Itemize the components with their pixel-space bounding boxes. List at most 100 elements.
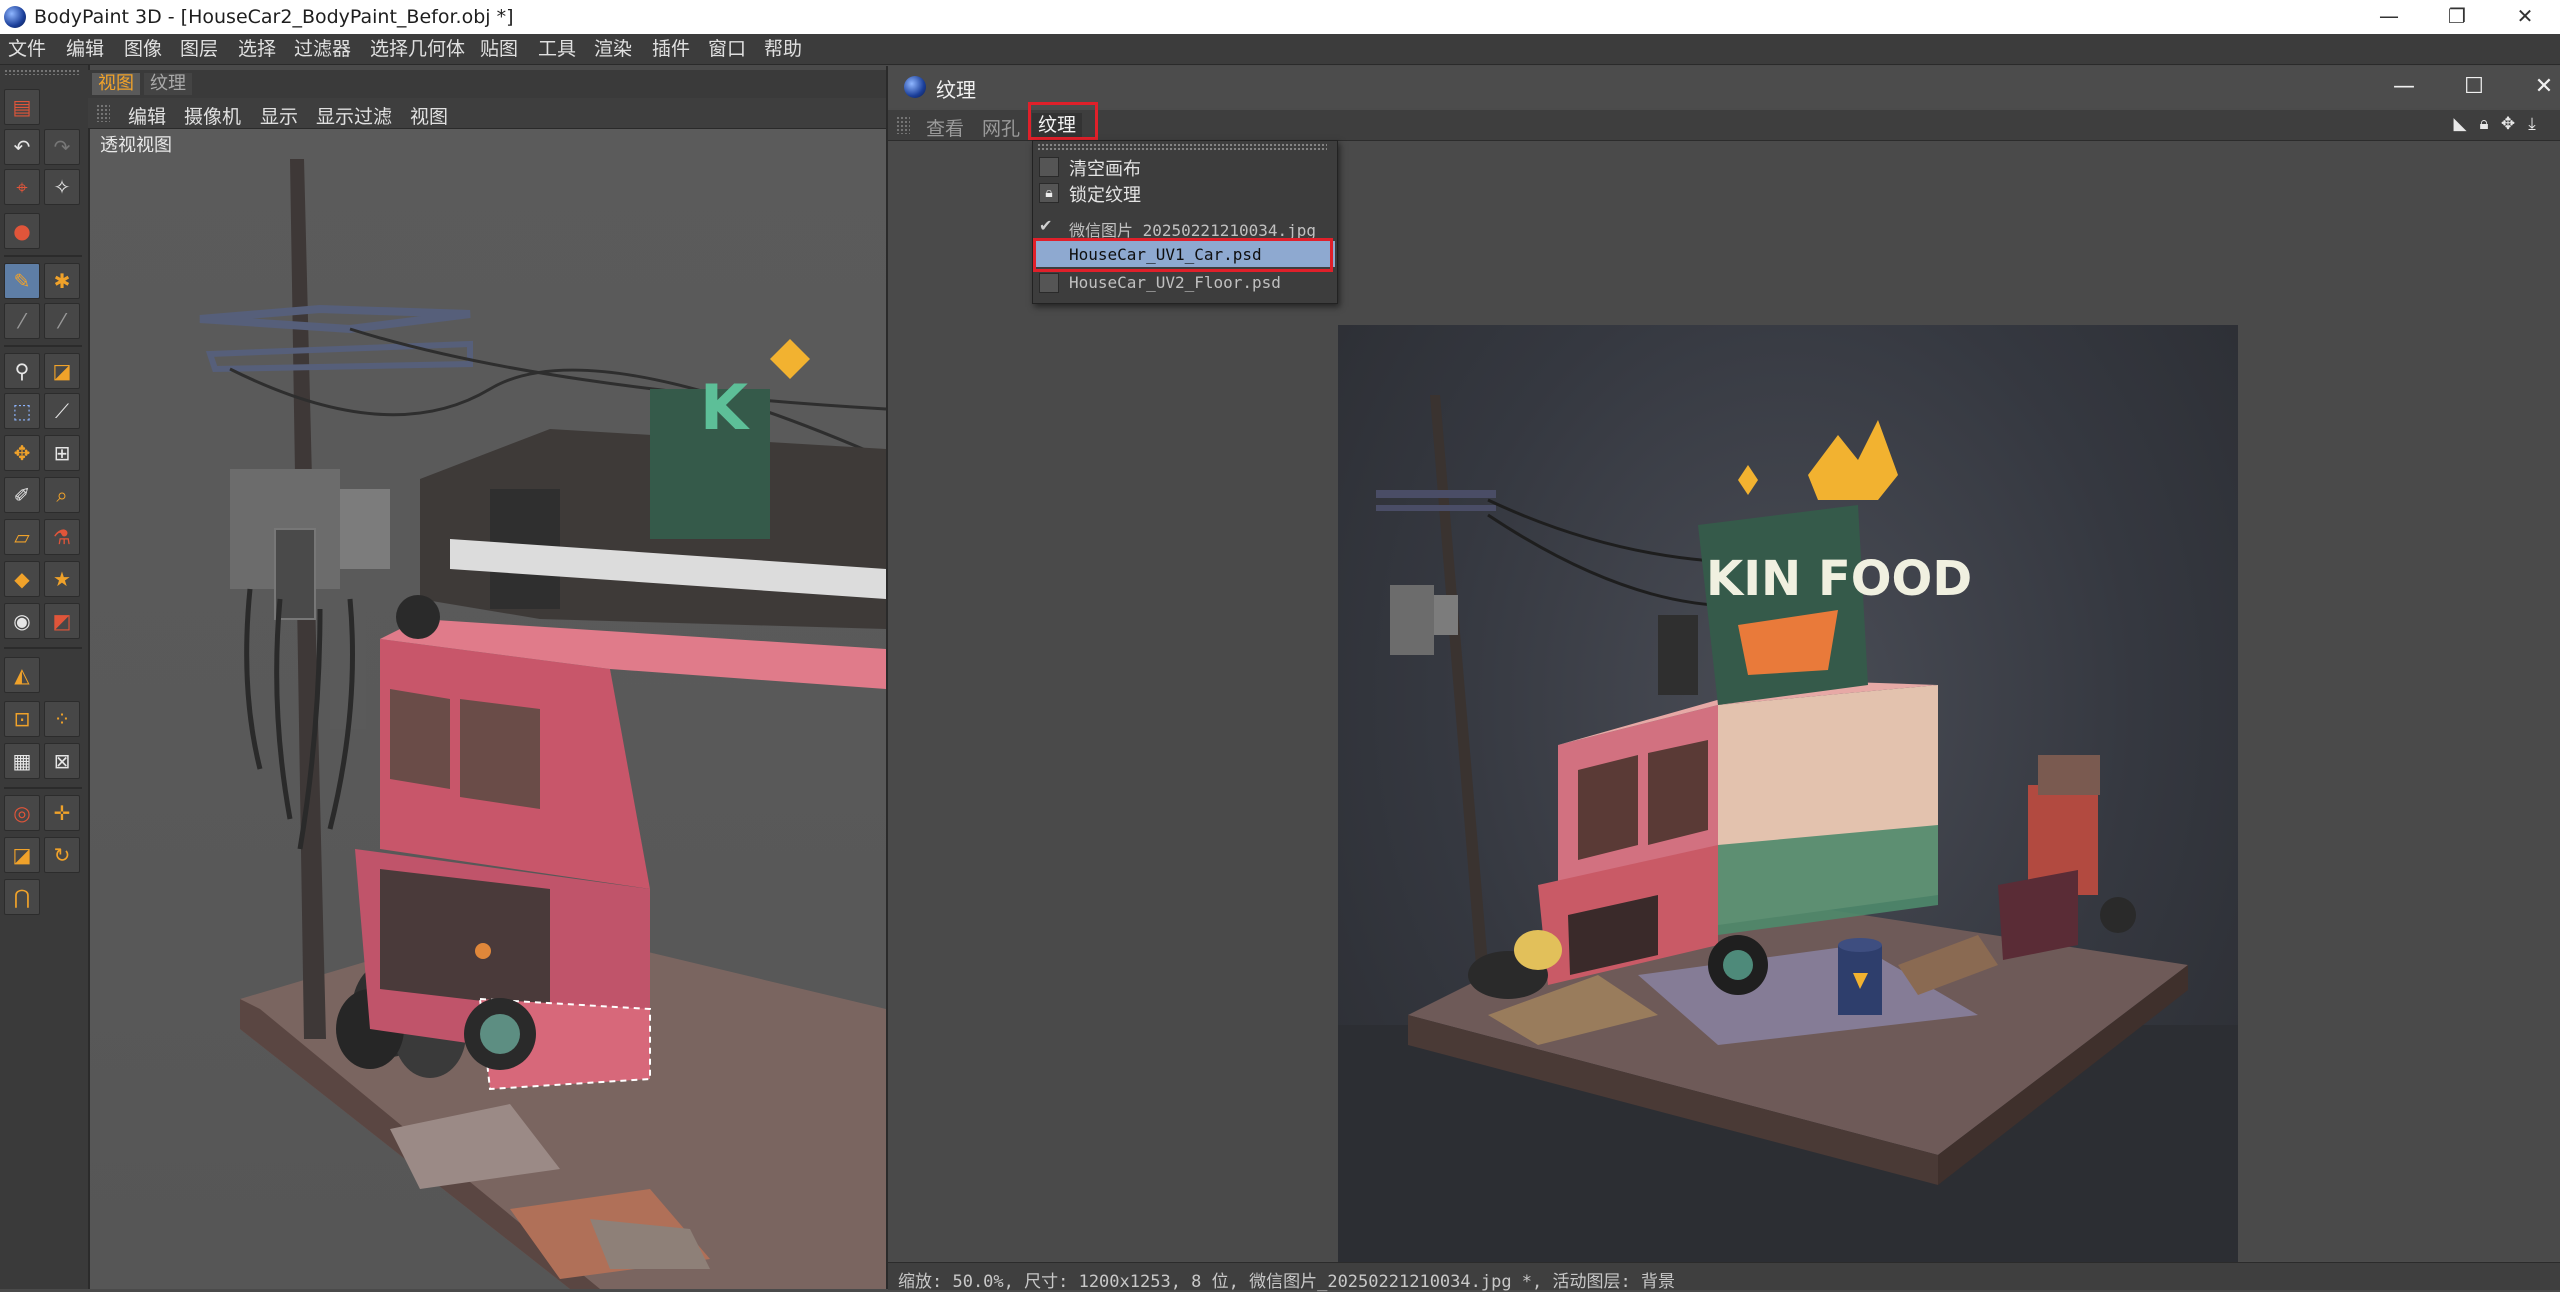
status-text: 缩放: 50.0%, 尺寸: 1200x1253, 8 位, 微信图片_2025… bbox=[898, 1272, 1675, 1292]
projection-2-icon[interactable]: ⁄ bbox=[44, 303, 80, 339]
color-icon[interactable]: ◉ bbox=[4, 603, 40, 639]
menu-window[interactable]: 窗口 bbox=[708, 36, 746, 62]
close-button[interactable]: ✕ bbox=[2492, 0, 2558, 34]
vp-menu-edit[interactable]: 编辑 bbox=[128, 102, 166, 129]
layout-icon[interactable]: ▤ bbox=[4, 89, 40, 125]
vp-menu-camera[interactable]: 摄像机 bbox=[184, 102, 241, 129]
menu-select[interactable]: 选择 bbox=[238, 36, 276, 62]
texture-menubar: 查看 网孔 纹理 ◣ 🔒︎ ✥ ⤓ bbox=[888, 110, 2560, 141]
lock-icon[interactable]: 🔒︎ bbox=[2474, 114, 2494, 134]
render-icon[interactable]: ● bbox=[4, 213, 40, 249]
rect-select-icon[interactable]: ⬚ bbox=[4, 393, 40, 429]
eyedropper-icon[interactable]: ⚗ bbox=[44, 519, 80, 555]
vp-menu-display[interactable]: 显示 bbox=[260, 102, 298, 129]
uv-relax-icon[interactable]: ⊠ bbox=[44, 743, 80, 779]
sign-text: KIN FOOD bbox=[1706, 551, 1972, 607]
paint-3d-icon[interactable]: ✎ bbox=[4, 263, 40, 299]
app-titlebar: BodyPaint 3D - [HouseCar2_BodyPaint_Befo… bbox=[0, 0, 2560, 34]
checkmark-icon: ✔ bbox=[1039, 216, 1053, 235]
texture-window-title: 纹理 bbox=[936, 78, 976, 102]
left-toolbar: ▤ ↶ ↷ ⌖ ✧ ● ✎ ✱ ⁄ ⁄ ⚲ ◪ ⬚ ⟋ ✥ ⊞ ✐ ⌕ ▱ ⚗ … bbox=[0, 65, 90, 1289]
menu-uv[interactable]: 贴图 bbox=[480, 36, 518, 62]
transform-icon[interactable]: ✥ bbox=[4, 435, 40, 471]
star-icon[interactable]: ★ bbox=[44, 561, 80, 597]
menu-layer[interactable]: 图层 bbox=[180, 36, 218, 62]
menu-filter[interactable]: 过滤器 bbox=[294, 36, 351, 62]
menu-item-texture-uv2-floor[interactable]: HouseCar_UV2_Floor.psd bbox=[1033, 269, 1335, 295]
restore-button[interactable]: ❐ bbox=[2424, 0, 2490, 34]
projection-icon[interactable]: ⁄ bbox=[4, 303, 40, 339]
lasso-icon[interactable]: ⟋ bbox=[44, 393, 80, 429]
perspective-viewport[interactable]: K 透视视图 bbox=[90, 129, 886, 1289]
histogram-icon[interactable]: ◣ bbox=[2450, 114, 2470, 134]
move-view-icon[interactable]: ✥ bbox=[2498, 114, 2518, 134]
render-icon[interactable]: ✧ bbox=[44, 169, 80, 205]
redo-icon[interactable]: ↷ bbox=[44, 129, 80, 165]
menu-item-label: 锁定纹理 bbox=[1069, 185, 1141, 206]
menu-tools[interactable]: 工具 bbox=[538, 36, 576, 62]
texture-illustration: KIN FOOD bbox=[1338, 395, 2238, 1267]
smudge-icon[interactable]: ⌕ bbox=[44, 477, 80, 513]
menu-help[interactable]: 帮助 bbox=[764, 36, 802, 62]
scale-icon[interactable]: ⊞ bbox=[44, 435, 80, 471]
viewport-scene: K bbox=[199, 159, 886, 1289]
texture-menu-grip[interactable] bbox=[896, 116, 910, 134]
tab-view[interactable]: 视图 bbox=[92, 73, 140, 95]
move-icon[interactable]: ✛ bbox=[44, 795, 80, 831]
magnet-icon[interactable]: ⋂ bbox=[4, 879, 40, 915]
brush-settings-icon[interactable]: ◪ bbox=[44, 353, 80, 389]
checkbox-icon bbox=[1039, 273, 1059, 293]
paint-setup-icon[interactable]: ✱ bbox=[44, 263, 80, 299]
menu-item-texture-wechat[interactable]: ✔ 微信图片_20250221210034.jpg bbox=[1033, 213, 1335, 241]
pick-icon[interactable]: ⌖ bbox=[4, 169, 40, 205]
menu-image[interactable]: 图像 bbox=[124, 36, 162, 62]
viewport-label: 透视视图 bbox=[100, 135, 172, 156]
toolbar-grip[interactable] bbox=[4, 69, 80, 75]
uv-polygon-icon[interactable]: ◭ bbox=[4, 657, 40, 693]
checker-icon[interactable]: ▦ bbox=[4, 743, 40, 779]
texwin-maximize-button[interactable]: ☐ bbox=[2444, 70, 2504, 104]
menu-item-lock-texture[interactable]: 🔒︎ 锁定纹理 bbox=[1033, 179, 1335, 206]
texture-window-titlebar[interactable]: 纹理 — ☐ ✕ bbox=[888, 66, 2560, 108]
live-select-icon[interactable]: ◎ bbox=[4, 795, 40, 831]
main-menubar: 文件 编辑 图像 图层 选择 过滤器 选择几何体 贴图 工具 渲染 插件 窗口 … bbox=[0, 34, 2560, 65]
minimize-button[interactable]: — bbox=[2356, 0, 2422, 34]
menu-item-clear-canvas[interactable]: 清空画布 bbox=[1033, 153, 1335, 180]
uv-edit-icon[interactable]: ⊡ bbox=[4, 701, 40, 737]
tex-menu-view[interactable]: 查看 bbox=[926, 114, 964, 141]
lock-icon: 🔒︎ bbox=[1039, 183, 1059, 203]
viewport-menu-grip[interactable] bbox=[96, 104, 110, 122]
app-logo-icon bbox=[4, 6, 26, 28]
download-icon[interactable]: ⤓ bbox=[2522, 114, 2542, 134]
selected-item-highlight bbox=[1033, 238, 1333, 272]
fill-icon[interactable]: ◆ bbox=[4, 561, 40, 597]
menu-plugins[interactable]: 插件 bbox=[652, 36, 690, 62]
swatch-icon[interactable]: ◩ bbox=[44, 603, 80, 639]
texwin-close-button[interactable]: ✕ bbox=[2514, 70, 2560, 104]
eraser-icon[interactable]: ▱ bbox=[4, 519, 40, 555]
app-logo-icon bbox=[904, 76, 926, 98]
menu-item-label: 清空画布 bbox=[1069, 159, 1141, 180]
tab-texture[interactable]: 纹理 bbox=[144, 73, 192, 95]
texwin-minimize-button[interactable]: — bbox=[2374, 70, 2434, 104]
dropdown-grip[interactable] bbox=[1037, 143, 1327, 151]
tex-menu-mesh[interactable]: 网孔 bbox=[982, 114, 1020, 141]
viewport-menubar: 编辑 摄像机 显示 显示过滤 视图 bbox=[88, 98, 888, 129]
vp-menu-filter[interactable]: 显示过滤 bbox=[316, 102, 392, 129]
viewport-tabs: 视图 纹理 bbox=[88, 70, 888, 98]
menu-render[interactable]: 渲染 bbox=[594, 36, 632, 62]
checkbox-icon bbox=[1039, 157, 1059, 177]
svg-text:K: K bbox=[700, 371, 750, 444]
rotate-icon[interactable]: ↻ bbox=[44, 837, 80, 873]
menu-file[interactable]: 文件 bbox=[8, 36, 46, 62]
texture-image: KIN FOOD bbox=[1338, 325, 2238, 1267]
menu-edit[interactable]: 编辑 bbox=[66, 36, 104, 62]
menu-select-geometry[interactable]: 选择几何体 bbox=[370, 36, 465, 62]
pencil-icon[interactable]: ✐ bbox=[4, 477, 40, 513]
texture-canvas[interactable]: KIN FOOD bbox=[888, 141, 2560, 1267]
scale-object-icon[interactable]: ◪ bbox=[4, 837, 40, 873]
undo-icon[interactable]: ↶ bbox=[4, 129, 40, 165]
vp-menu-view[interactable]: 视图 bbox=[410, 102, 448, 129]
magic-wand-icon[interactable]: ⚲ bbox=[4, 353, 40, 389]
uv-points-icon[interactable]: ⁘ bbox=[44, 701, 80, 737]
